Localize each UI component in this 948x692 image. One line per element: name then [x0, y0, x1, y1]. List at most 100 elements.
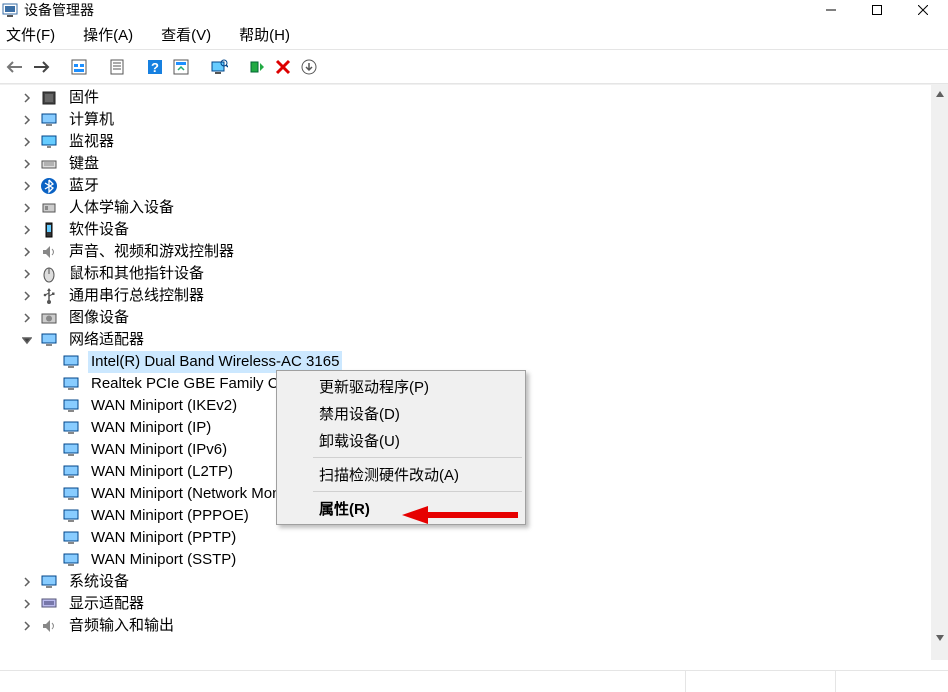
scan-hardware-button[interactable]: [207, 53, 231, 81]
hid-icon: [40, 199, 58, 217]
ctx-disable-device[interactable]: 禁用设备(D): [279, 400, 523, 427]
category-monitors[interactable]: 监视器: [0, 131, 948, 153]
category-mice[interactable]: 鼠标和其他指针设备: [0, 263, 948, 285]
sound-icon: [40, 243, 58, 261]
category-imaging[interactable]: 图像设备: [0, 307, 948, 329]
device-wan-sstp[interactable]: WAN Miniport (SSTP): [0, 549, 948, 571]
forward-button[interactable]: [29, 53, 53, 81]
network-adapter-icon: [62, 375, 80, 393]
svg-text:?: ?: [151, 60, 159, 75]
title-bar: 设备管理器: [0, 0, 948, 20]
expand-icon[interactable]: [20, 245, 34, 259]
menu-action[interactable]: 操作(A): [79, 20, 145, 49]
ctx-update-driver[interactable]: 更新驱动程序(P): [279, 373, 523, 400]
network-adapter-icon: [62, 441, 80, 459]
action-dropdown-button[interactable]: [169, 53, 193, 81]
expand-icon[interactable]: [20, 157, 34, 171]
network-adapter-icon: [62, 419, 80, 437]
show-hide-tree-button[interactable]: [67, 53, 91, 81]
expand-icon[interactable]: [20, 223, 34, 237]
device-label: WAN Miniport (IKEv2): [88, 395, 240, 417]
expand-icon[interactable]: [20, 135, 34, 149]
ctx-label: 卸载设备(U): [319, 430, 400, 451]
device-label: WAN Miniport (IP): [88, 417, 214, 439]
menu-view[interactable]: 查看(V): [157, 20, 223, 49]
back-button[interactable]: [3, 53, 27, 81]
expand-icon[interactable]: [20, 619, 34, 633]
collapse-icon[interactable]: [20, 333, 34, 347]
expand-icon[interactable]: [20, 201, 34, 215]
network-adapter-icon: [62, 353, 80, 371]
network-adapter-icon: [62, 507, 80, 525]
category-network[interactable]: 网络适配器: [0, 329, 948, 351]
software-device-icon: [40, 221, 58, 239]
maximize-button[interactable]: [854, 0, 900, 20]
category-label: 网络适配器: [66, 329, 147, 351]
scroll-down-icon[interactable]: [931, 629, 948, 646]
ctx-scan-hardware[interactable]: 扫描检测硬件改动(A): [279, 461, 523, 488]
keyboard-icon: [40, 155, 58, 173]
device-label: WAN Miniport (PPPOE): [88, 505, 252, 527]
menu-file[interactable]: 文件(F): [2, 20, 67, 49]
status-bar: [0, 670, 948, 692]
category-label: 固件: [66, 87, 102, 109]
category-display[interactable]: 显示适配器: [0, 593, 948, 615]
category-label: 鼠标和其他指针设备: [66, 263, 207, 285]
menu-help[interactable]: 帮助(H): [235, 20, 302, 49]
category-label: 键盘: [66, 153, 102, 175]
monitor-icon: [40, 133, 58, 151]
expand-icon[interactable]: [20, 575, 34, 589]
vertical-scrollbar[interactable]: [931, 85, 948, 646]
window-controls: [808, 0, 946, 20]
minimize-button[interactable]: [808, 0, 854, 20]
computer-icon: [40, 111, 58, 129]
expand-icon[interactable]: [20, 179, 34, 193]
category-bluetooth[interactable]: 蓝牙: [0, 175, 948, 197]
category-firmware[interactable]: 固件: [0, 87, 948, 109]
expand-icon[interactable]: [20, 113, 34, 127]
ctx-separator: [313, 457, 522, 458]
app-icon: [2, 2, 18, 18]
category-label: 软件设备: [66, 219, 132, 241]
scroll-up-icon[interactable]: [931, 85, 948, 102]
ctx-label: 禁用设备(D): [319, 403, 400, 424]
expand-icon[interactable]: [20, 267, 34, 281]
category-hid[interactable]: 人体学输入设备: [0, 197, 948, 219]
device-label: WAN Miniport (PPTP): [88, 527, 239, 549]
category-sound[interactable]: 声音、视频和游戏控制器: [0, 241, 948, 263]
enable-device-button[interactable]: [245, 53, 269, 81]
expand-icon[interactable]: [20, 597, 34, 611]
device-wan-pptp[interactable]: WAN Miniport (PPTP): [0, 527, 948, 549]
ctx-label: 属性(R): [319, 498, 370, 519]
device-tree-container: 固件 计算机 监视器 键盘 蓝牙 人体学输入设备: [0, 84, 948, 660]
usb-icon: [40, 287, 58, 305]
audio-io-icon: [40, 617, 58, 635]
category-label: 监视器: [66, 131, 117, 153]
category-keyboards[interactable]: 键盘: [0, 153, 948, 175]
ctx-uninstall-device[interactable]: 卸载设备(U): [279, 427, 523, 454]
expand-icon[interactable]: [20, 289, 34, 303]
mouse-icon: [40, 265, 58, 283]
device-label: WAN Miniport (IPv6): [88, 439, 230, 461]
disable-device-button[interactable]: [271, 53, 295, 81]
properties-button[interactable]: [105, 53, 129, 81]
category-software-devices[interactable]: 软件设备: [0, 219, 948, 241]
update-driver-button[interactable]: [297, 53, 321, 81]
display-icon: [40, 595, 58, 613]
expand-icon[interactable]: [20, 91, 34, 105]
close-button[interactable]: [900, 0, 946, 20]
help-button[interactable]: ?: [143, 53, 167, 81]
expand-icon[interactable]: [20, 311, 34, 325]
category-computer[interactable]: 计算机: [0, 109, 948, 131]
device-tree[interactable]: 固件 计算机 监视器 键盘 蓝牙 人体学输入设备: [0, 85, 948, 637]
imaging-icon: [40, 309, 58, 327]
category-label: 声音、视频和游戏控制器: [66, 241, 237, 263]
ctx-label: 更新驱动程序(P): [319, 376, 429, 397]
category-label: 人体学输入设备: [66, 197, 177, 219]
category-usb[interactable]: 通用串行总线控制器: [0, 285, 948, 307]
category-audio-io[interactable]: 音频输入和输出: [0, 615, 948, 637]
category-system[interactable]: 系统设备: [0, 571, 948, 593]
network-adapter-icon: [62, 529, 80, 547]
device-label: WAN Miniport (L2TP): [88, 461, 236, 483]
category-label: 图像设备: [66, 307, 132, 329]
